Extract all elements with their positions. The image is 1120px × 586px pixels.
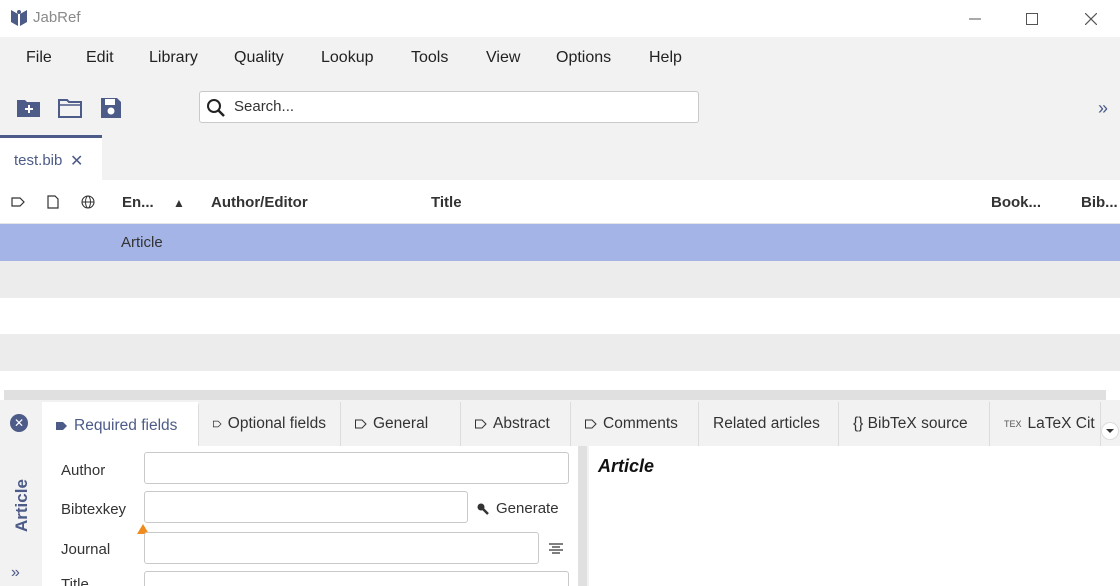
tag-icon bbox=[56, 421, 67, 430]
close-tab-icon[interactable]: ✕ bbox=[70, 151, 83, 171]
window-title: JabRef bbox=[33, 9, 81, 26]
tab-general[interactable]: General bbox=[341, 402, 461, 446]
close-editor-icon[interactable]: ✕ bbox=[10, 414, 28, 432]
library-tab-label: test.bib bbox=[14, 152, 63, 169]
preview-title: Article bbox=[598, 456, 655, 476]
chevron-down-icon bbox=[1106, 429, 1114, 433]
tab-bibtex-source[interactable]: {} BibTeX source bbox=[839, 402, 990, 446]
close-window-button[interactable] bbox=[1071, 6, 1111, 32]
globe-icon[interactable] bbox=[81, 195, 95, 209]
search-input[interactable]: Search... bbox=[234, 98, 294, 115]
entry-type-label[interactable]: Article bbox=[8, 474, 34, 534]
entry-table-header: En... ▲ Author/Editor Title Book... Bib.… bbox=[0, 180, 1120, 224]
table-row[interactable]: Article bbox=[0, 224, 1120, 261]
table-row-empty bbox=[0, 334, 1120, 371]
toolbar-overflow-icon[interactable]: » bbox=[1098, 98, 1108, 119]
minimize-button[interactable] bbox=[955, 6, 995, 32]
column-author[interactable]: Author/Editor bbox=[211, 194, 308, 211]
open-library-icon[interactable] bbox=[57, 96, 83, 120]
menu-file[interactable]: File bbox=[26, 49, 52, 67]
menu-help[interactable]: Help bbox=[649, 49, 682, 67]
bibtexkey-label: Bibtexkey bbox=[61, 501, 127, 518]
table-row-empty bbox=[0, 298, 1120, 335]
menu-bar: File Edit Library Quality Lookup Tools V… bbox=[0, 37, 1120, 80]
library-tab-strip bbox=[0, 135, 1120, 180]
menu-lookup[interactable]: Lookup bbox=[321, 49, 374, 67]
sort-ascending-icon[interactable]: ▲ bbox=[173, 196, 185, 210]
horizontal-scrollbar[interactable] bbox=[4, 390, 1106, 400]
tab-optional-fields[interactable]: Optional fields bbox=[199, 402, 341, 446]
tab-latex-citations[interactable]: TEX LaTeX Cit bbox=[990, 402, 1101, 446]
maximize-icon bbox=[1026, 13, 1038, 25]
tag-icon bbox=[585, 419, 597, 429]
expand-icon[interactable]: » bbox=[11, 564, 20, 582]
search-icon bbox=[207, 99, 225, 117]
minimize-icon bbox=[969, 18, 981, 20]
tab-abstract[interactable]: Abstract bbox=[461, 402, 571, 446]
tab-comments[interactable]: Comments bbox=[571, 402, 699, 446]
tab-menu-button[interactable] bbox=[1101, 422, 1119, 440]
title-bar: JabRef bbox=[0, 0, 1120, 37]
column-title[interactable]: Title bbox=[431, 194, 462, 211]
generate-key-button[interactable]: Generate bbox=[476, 500, 559, 517]
tex-icon: TEX bbox=[1004, 419, 1022, 429]
tab-required-fields[interactable]: Required fields bbox=[42, 402, 199, 446]
entry-preview bbox=[589, 446, 1120, 586]
tag-icon bbox=[213, 420, 222, 428]
journal-label: Journal bbox=[61, 541, 111, 558]
column-booktitle[interactable]: Book... bbox=[991, 194, 1041, 211]
tag-icon bbox=[355, 419, 367, 429]
title-field[interactable] bbox=[144, 571, 569, 586]
title-label: Title bbox=[61, 576, 89, 586]
library-tab[interactable]: test.bib ✕ bbox=[0, 135, 102, 180]
tag-icon bbox=[475, 419, 487, 429]
menu-quality[interactable]: Quality bbox=[234, 49, 284, 67]
bibtexkey-field[interactable] bbox=[144, 491, 468, 523]
save-library-icon[interactable] bbox=[98, 96, 124, 120]
align-icon[interactable] bbox=[549, 543, 563, 555]
cell-entrytype: Article bbox=[121, 234, 163, 251]
close-icon bbox=[1085, 13, 1097, 25]
form-scrollbar[interactable] bbox=[578, 446, 587, 586]
menu-library[interactable]: Library bbox=[149, 49, 198, 67]
menu-tools[interactable]: Tools bbox=[411, 49, 448, 67]
file-icon[interactable] bbox=[46, 195, 60, 209]
new-library-icon[interactable] bbox=[16, 96, 42, 120]
group-tag-icon[interactable] bbox=[11, 195, 25, 209]
menu-edit[interactable]: Edit bbox=[86, 49, 114, 67]
search-box[interactable]: Search... bbox=[199, 91, 699, 123]
jabref-logo-icon bbox=[11, 10, 27, 26]
author-field[interactable] bbox=[144, 452, 569, 484]
menu-options[interactable]: Options bbox=[556, 49, 611, 67]
menu-view[interactable]: View bbox=[486, 49, 520, 67]
column-bibtexkey[interactable]: Bib... bbox=[1081, 194, 1118, 211]
journal-field[interactable] bbox=[144, 532, 539, 564]
author-label: Author bbox=[61, 462, 106, 479]
table-row-empty bbox=[0, 261, 1120, 298]
wrench-icon bbox=[477, 503, 489, 515]
tab-related-articles[interactable]: Related articles bbox=[699, 402, 839, 446]
maximize-button[interactable] bbox=[1012, 6, 1052, 32]
column-entrytype[interactable]: En... bbox=[122, 194, 154, 211]
